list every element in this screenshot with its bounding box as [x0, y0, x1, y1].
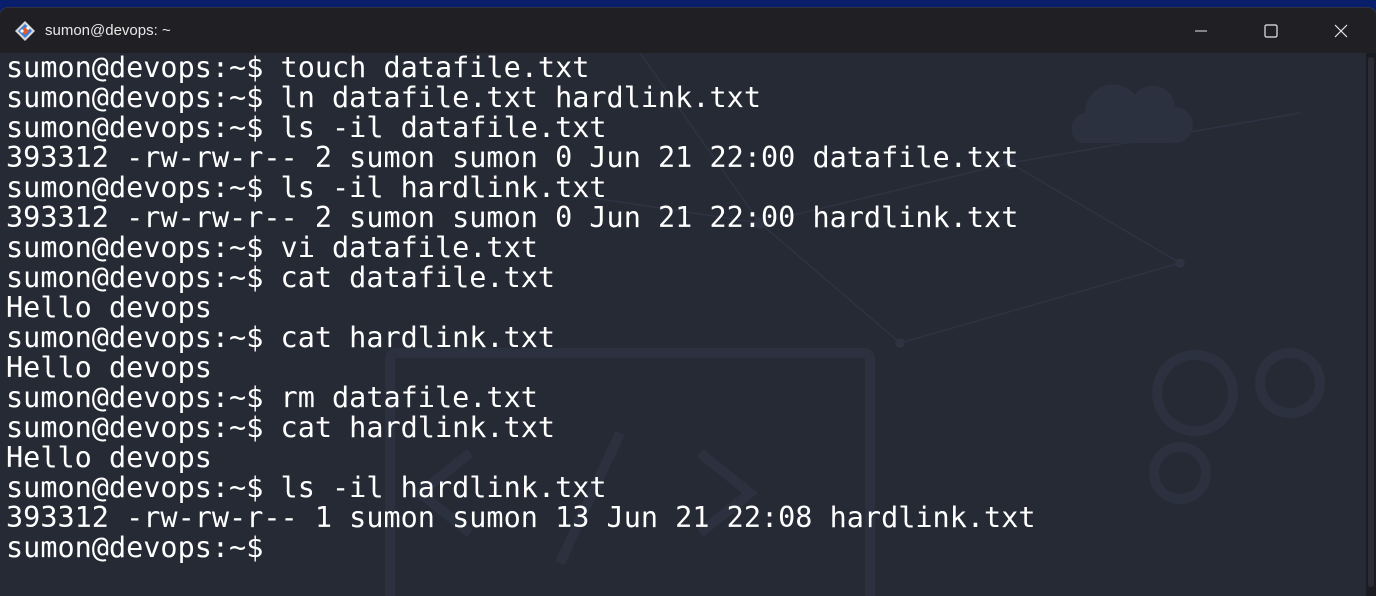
title-bar[interactable]: sumon@devops: ~ — [0, 8, 1376, 53]
terminal-line: sumon@devops:~$ cat hardlink.txt — [6, 321, 556, 354]
terminal-line: sumon@devops:~$ cat hardlink.txt — [6, 411, 556, 444]
terminal-line: sumon@devops:~$ touch datafile.txt — [6, 53, 590, 84]
terminal-line: 393312 -rw-rw-r-- 2 sumon sumon 0 Jun 21… — [6, 141, 1019, 174]
maximize-button[interactable] — [1236, 8, 1306, 53]
window-title: sumon@devops: ~ — [45, 22, 171, 39]
terminal-prompt-line[interactable]: sumon@devops:~$ — [6, 533, 1036, 563]
terminal-window: sumon@devops: ~ sumon@devops:~$ touch da… — [0, 8, 1376, 596]
terminal-line: sumon@devops:~$ ls -il hardlink.txt — [6, 471, 607, 504]
scrollbar-thumb[interactable] — [1368, 57, 1374, 587]
terminal-pane[interactable]: sumon@devops:~$ touch datafile.txt sumon… — [0, 53, 1366, 596]
terminal-line: Hello devops — [6, 291, 212, 324]
maximize-icon — [1264, 23, 1278, 38]
close-icon — [1334, 24, 1348, 37]
terminal-line: sumon@devops:~$ ls -il hardlink.txt — [6, 171, 607, 204]
window-controls — [1166, 8, 1376, 53]
terminal-line: sumon@devops:~$ ls -il datafile.txt — [6, 111, 607, 144]
terminal-line: 393312 -rw-rw-r-- 2 sumon sumon 0 Jun 21… — [6, 201, 1019, 234]
git-bash-icon — [14, 20, 36, 42]
terminal-line: sumon@devops:~$ ln datafile.txt hardlink… — [6, 81, 761, 114]
terminal-line: Hello devops — [6, 351, 212, 384]
close-button[interactable] — [1306, 8, 1376, 53]
terminal-line: sumon@devops:~$ rm datafile.txt — [6, 381, 538, 414]
vertical-scrollbar[interactable] — [1366, 53, 1376, 596]
terminal-output: sumon@devops:~$ touch datafile.txt sumon… — [6, 53, 1036, 563]
minimize-icon — [1195, 30, 1207, 31]
terminal-line: sumon@devops:~$ vi datafile.txt — [6, 231, 538, 264]
terminal-line: 393312 -rw-rw-r-- 1 sumon sumon 13 Jun 2… — [6, 501, 1036, 534]
minimize-button[interactable] — [1166, 8, 1236, 53]
terminal-line: sumon@devops:~$ cat datafile.txt — [6, 261, 556, 294]
terminal-line: Hello devops — [6, 441, 212, 474]
